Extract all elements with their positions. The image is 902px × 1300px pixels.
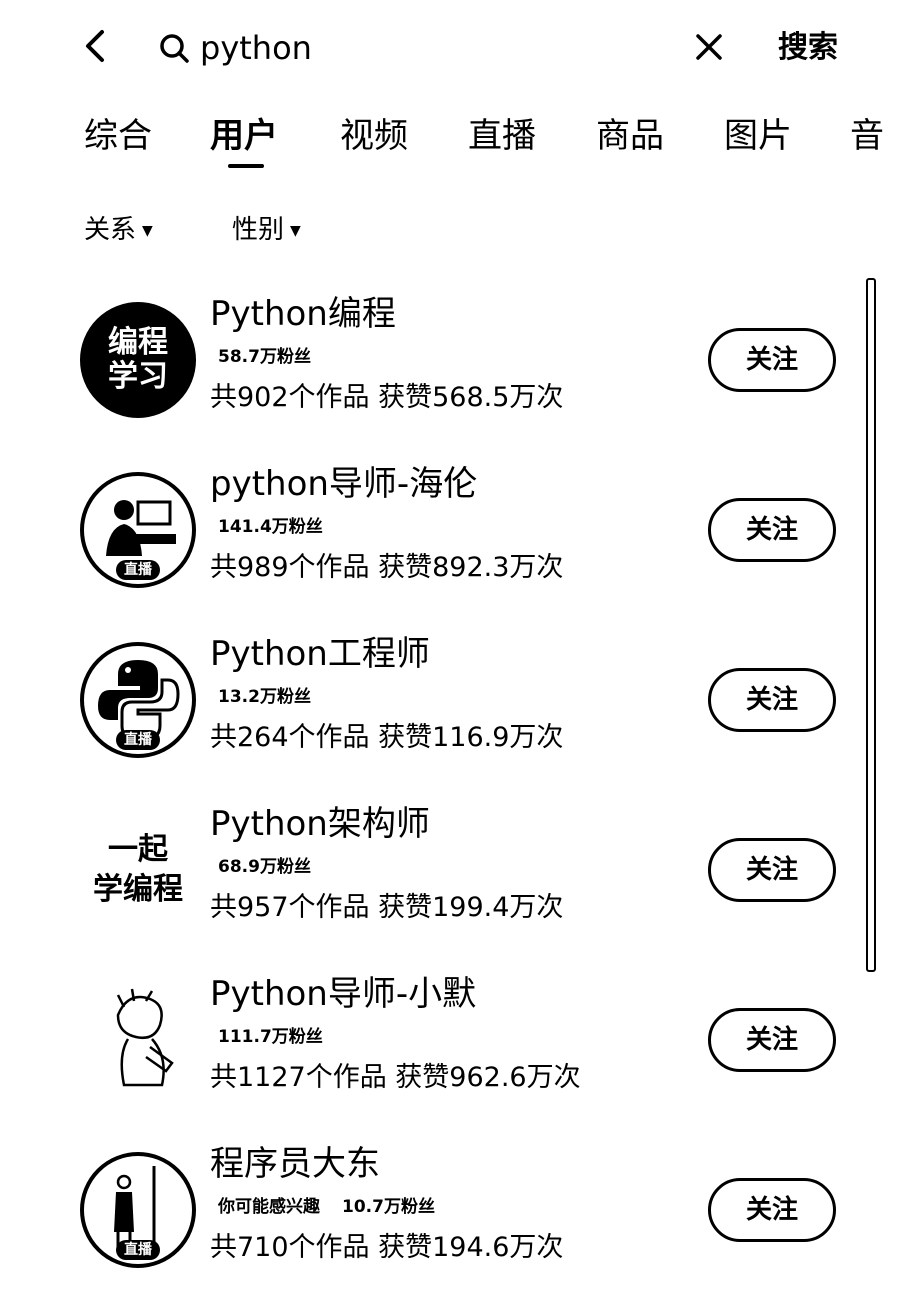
user-name: Python架构师 [210,804,430,844]
user-stats: 共1127个作品 获赞962.6万次 [210,1062,581,1093]
filter-relation-label: 关系 [84,215,137,245]
search-button[interactable]: 搜索 [778,26,838,70]
user-stats: 共710个作品 获赞194.6万次 [210,1232,564,1263]
avatar: 直播 [80,1152,196,1268]
follow-button[interactable]: 关注 [708,668,836,732]
search-icon [158,32,192,66]
tab-live[interactable]: 直播 [468,112,536,160]
user-name: Python编程 [210,294,396,334]
user-row[interactable]: 直播 python导师-海伦 141.4万粉丝 共989个作品 获赞892.3万… [0,460,860,620]
follow-button[interactable]: 关注 [708,498,836,562]
top-search-bar: python 搜索 [0,0,902,96]
search-input[interactable]: python [200,26,312,70]
user-name: Python导师-小默 [210,974,477,1014]
tab-videos[interactable]: 视频 [340,112,408,160]
tab-images[interactable]: 图片 [724,112,792,160]
avatar-text-line: 学习 [108,359,168,394]
user-name: 程序员大东 [210,1144,380,1184]
active-tab-indicator [228,164,264,168]
fans-count: 111.7万粉丝 [218,1027,323,1047]
tab-music[interactable]: 音 [850,112,884,160]
caret-down-icon: ▼ [290,222,301,239]
user-fans: 68.9万粉丝 [218,854,311,880]
avatar: 直播 [80,472,196,588]
fans-count: 10.7万粉丝 [342,1197,435,1217]
back-chevron-icon[interactable] [78,26,118,66]
user-row[interactable]: 直播 Python工程师 13.2万粉丝 共264个作品 获赞116.9万次 关… [0,630,860,790]
avatar: 直播 [80,642,196,758]
user-row[interactable]: 直播 程序员大东 你可能感兴趣 10.7万粉丝 共710个作品 获赞194.6万次… [0,1140,860,1300]
user-fans: 58.7万粉丝 [218,344,311,370]
tab-products[interactable]: 商品 [596,112,664,160]
follow-button[interactable]: 关注 [708,1008,836,1072]
close-icon[interactable] [690,28,728,66]
tab-users[interactable]: 用户 [210,112,278,160]
user-name: python导师-海伦 [210,464,478,504]
fans-count: 58.7万粉丝 [218,347,311,367]
avatar-text-line: 编程 [108,325,168,360]
live-badge: 直播 [116,1240,160,1260]
user-stats: 共264个作品 获赞116.9万次 [210,722,564,753]
follow-button[interactable]: 关注 [708,1178,836,1242]
user-stats: 共902个作品 获赞568.5万次 [210,382,564,413]
avatar: 编程 学习 [80,302,196,418]
user-fans: 111.7万粉丝 [218,1024,323,1050]
follow-button[interactable]: 关注 [708,328,836,392]
user-name: Python工程师 [210,634,430,674]
tab-comprehensive[interactable]: 综合 [84,112,152,160]
follow-button[interactable]: 关注 [708,838,836,902]
filter-bar: 关系 ▼ 性别 ▼ [0,208,902,256]
scrollbar[interactable] [866,278,876,972]
filter-gender[interactable]: 性别 ▼ [232,208,301,253]
user-fans: 13.2万粉丝 [218,684,311,710]
live-badge: 直播 [116,560,160,580]
fans-count: 141.4万粉丝 [218,517,323,537]
caret-down-icon: ▼ [142,222,153,239]
avatar [80,982,196,1098]
avatar-text-line: 一起 [108,832,168,867]
user-row[interactable]: 一起 学编程 Python架构师 68.9万粉丝 共957个作品 获赞199.4… [0,800,860,960]
anime-character-icon [116,988,174,1087]
filter-relation[interactable]: 关系 ▼ [84,208,153,253]
user-stats: 共989个作品 获赞892.3万次 [210,552,564,583]
category-tabs: 综合 用户 视频 直播 商品 图片 音 [0,100,902,180]
avatar: 一起 学编程 [80,812,196,928]
fans-count: 68.9万粉丝 [218,857,311,877]
user-fans: 141.4万粉丝 [218,514,323,540]
fans-count: 13.2万粉丝 [218,687,311,707]
recommend-tag: 你可能感兴趣 [218,1197,320,1217]
avatar-text-line: 学编程 [93,872,183,907]
user-row[interactable]: Python导师-小默 111.7万粉丝 共1127个作品 获赞962.6万次 … [0,970,860,1130]
user-meta: 你可能感兴趣 10.7万粉丝 [218,1194,435,1220]
live-badge: 直播 [116,730,160,750]
filter-gender-label: 性别 [232,215,285,245]
user-row[interactable]: 编程 学习 Python编程 58.7万粉丝 共902个作品 获赞568.5万次… [0,290,860,450]
user-stats: 共957个作品 获赞199.4万次 [210,892,564,923]
